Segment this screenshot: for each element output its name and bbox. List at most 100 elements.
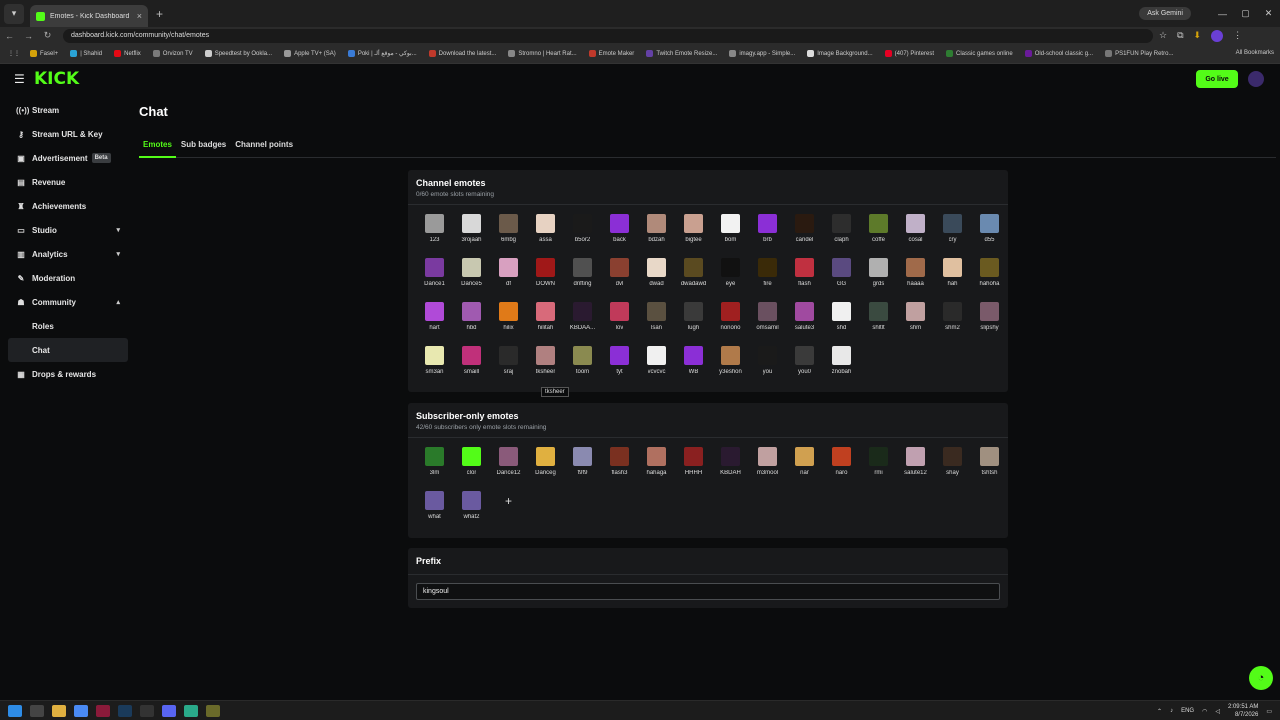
menu-icon[interactable]: ☰ <box>14 72 25 86</box>
emote-item[interactable]: KBDAH <box>712 446 749 485</box>
sidebar-item-achievements[interactable]: ♜ Achievements <box>8 194 128 218</box>
close-window-icon[interactable]: ✕ <box>1257 8 1280 19</box>
chevron-up-icon[interactable]: ▴ <box>116 298 120 306</box>
emote-item[interactable]: what2 <box>453 490 490 529</box>
emote-item[interactable]: 3lm <box>416 446 453 485</box>
all-bookmarks-button[interactable]: All Bookmarks <box>1236 50 1274 56</box>
bookmark-item[interactable]: Emote Maker <box>588 50 634 57</box>
emote-item[interactable]: shd <box>823 301 860 340</box>
emote-item[interactable]: clor <box>453 446 490 485</box>
emote-item[interactable]: dwad <box>638 257 675 296</box>
emote-item[interactable]: lugh <box>675 301 712 340</box>
emote-item[interactable]: GG <box>823 257 860 296</box>
minimize-icon[interactable]: — <box>1211 9 1234 19</box>
emote-item[interactable]: nar <box>786 446 823 485</box>
emote-item[interactable]: tyt <box>601 345 638 384</box>
maximize-icon[interactable]: ▢ <box>1234 8 1257 19</box>
avatar[interactable] <box>1248 71 1264 87</box>
emote-item[interactable]: back <box>601 213 638 252</box>
emote-item[interactable]: b5or2 <box>564 213 601 252</box>
emote-item[interactable]: bigtee <box>675 213 712 252</box>
emote-item[interactable]: lsan <box>638 301 675 340</box>
emote-item[interactable]: sraj <box>490 345 527 384</box>
bookmark-item[interactable]: Twitch Emote Resize... <box>646 50 717 57</box>
emote-item[interactable]: you0 <box>786 345 823 384</box>
sidebar-item-revenue[interactable]: ▤ Revenue <box>8 170 128 194</box>
mic-icon[interactable]: ♪ <box>1170 708 1173 714</box>
emote-item[interactable]: claph <box>823 213 860 252</box>
windows-start-icon[interactable] <box>8 704 22 717</box>
tab-emotes[interactable]: Emotes <box>139 136 176 158</box>
back-icon[interactable]: ← <box>0 31 19 41</box>
emote-item[interactable]: DOWN <box>527 257 564 296</box>
emote-item[interactable]: what <box>416 490 453 529</box>
emote-item[interactable]: cosal <box>897 213 934 252</box>
emote-item[interactable]: candel <box>786 213 823 252</box>
discord-icon[interactable] <box>162 704 176 717</box>
go-live-button[interactable]: Go live <box>1196 70 1238 88</box>
emote-item[interactable]: hilitah <box>527 301 564 340</box>
emote-item[interactable]: Dance12 <box>490 446 527 485</box>
emote-item[interactable]: eye <box>712 257 749 296</box>
bookmark-item[interactable]: Stromno | Heart Rat... <box>508 50 577 57</box>
forward-icon[interactable]: → <box>19 31 38 41</box>
bookmark-item[interactable]: Fasel+ <box>30 50 58 57</box>
emote-item[interactable]: fire <box>749 257 786 296</box>
emote-item[interactable]: vcvcvc <box>638 345 675 384</box>
apps-icon[interactable]: ⋮⋮ <box>8 50 20 57</box>
emote-item[interactable]: flash <box>786 257 823 296</box>
sidebar-item-chat[interactable]: Chat <box>8 338 128 362</box>
emote-item[interactable]: y3eshon <box>712 345 749 384</box>
sidebar-item-analytics[interactable]: ▥ Analytics ▾ <box>8 242 128 266</box>
volume-icon[interactable]: ◁ <box>1215 708 1220 715</box>
chevron-down-icon[interactable]: ▾ <box>116 226 120 234</box>
emote-item[interactable]: tksheer <box>527 345 564 384</box>
emote-item[interactable]: HHHH <box>675 446 712 485</box>
reload-icon[interactable]: ↻ <box>38 30 57 41</box>
emote-item[interactable]: WB <box>675 345 712 384</box>
bookmark-item[interactable]: Poki | بوكي - موقع ألـ... <box>347 50 417 57</box>
sidebar-item-roles[interactable]: Roles <box>8 314 128 338</box>
tray-arrow-icon[interactable]: ⌃ <box>1157 708 1162 715</box>
app2-icon[interactable] <box>184 704 198 717</box>
bookmark-item[interactable]: Apple TV+ (SA) <box>284 50 336 57</box>
notification-icon[interactable]: ▭ <box>1266 708 1272 715</box>
tab-close-icon[interactable]: × <box>137 11 142 21</box>
sidebar-item-advertisement[interactable]: ▣ Advertisement Beta <box>8 146 128 170</box>
emote-item[interactable]: coffe <box>860 213 897 252</box>
sidebar-item-community[interactable]: ☗ Community ▴ <box>8 290 128 314</box>
help-chat-icon[interactable]: ◔ <box>1249 666 1273 690</box>
emote-item[interactable]: 123 <box>416 213 453 252</box>
emote-item[interactable]: 3rojaah <box>453 213 490 252</box>
emote-item[interactable]: nonono <box>712 301 749 340</box>
sidebar-item-stream[interactable]: ((•)) Stream <box>8 98 128 122</box>
emote-item[interactable]: smaill <box>453 345 490 384</box>
bookmark-item[interactable]: imagy.app - Simple... <box>729 50 795 57</box>
emote-item[interactable]: shay <box>934 446 971 485</box>
emote-item[interactable]: f9f9 <box>564 446 601 485</box>
emote-item[interactable]: d55 <box>971 213 1008 252</box>
bookmark-item[interactable]: Classic games online <box>946 50 1013 57</box>
emote-item[interactable]: m3mool <box>749 446 786 485</box>
browser-menu-icon[interactable]: ⋮ <box>1233 30 1242 41</box>
extensions-icon[interactable]: ⧉ <box>1177 30 1183 41</box>
emote-item[interactable]: omsamil <box>749 301 786 340</box>
sidebar-item-drops-rewards[interactable]: ▦ Drops & rewards <box>8 362 128 386</box>
bookmark-item[interactable]: Download the latest... <box>428 50 496 57</box>
add-emote-button[interactable]: + <box>490 490 527 529</box>
emote-item[interactable]: KBDAA... <box>564 301 601 340</box>
emote-item[interactable]: hahoha <box>971 257 1008 296</box>
emote-item[interactable]: shltlt <box>860 301 897 340</box>
emote-item[interactable]: sm3an <box>416 345 453 384</box>
emote-item[interactable]: hbd <box>453 301 490 340</box>
new-tab-button[interactable]: + <box>156 7 163 21</box>
emote-item[interactable]: drifting <box>564 257 601 296</box>
emote-item[interactable]: bdzah <box>638 213 675 252</box>
chrome-icon[interactable] <box>74 704 88 717</box>
bookmark-item[interactable]: Speedtest by Ookla... <box>204 50 272 57</box>
bookmark-item[interactable]: Orvizon TV <box>152 50 193 57</box>
profile-avatar[interactable] <box>1211 29 1224 42</box>
tab-channel-points[interactable]: Channel points <box>231 136 297 158</box>
emote-item[interactable]: hahaga <box>638 446 675 485</box>
emote-item[interactable]: lov <box>601 301 638 340</box>
